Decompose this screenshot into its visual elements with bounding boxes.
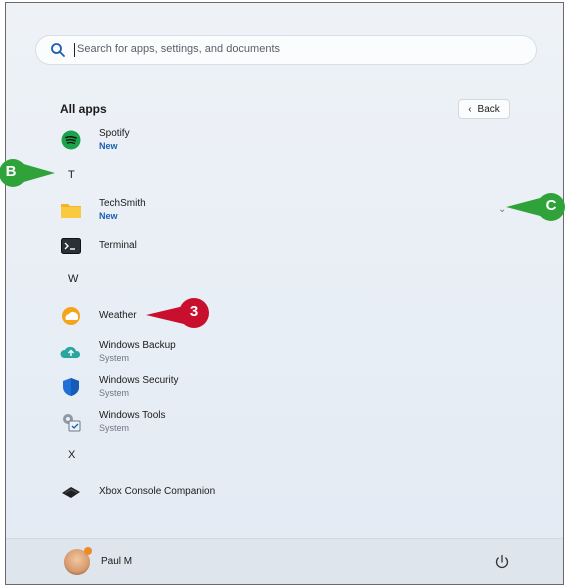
callout-c-label: C [545,197,557,214]
letter-header-w[interactable]: W [68,273,78,285]
app-item-xbox-console-companion[interactable]: Xbox Console Companion [60,477,215,507]
app-item-techsmith[interactable]: TechSmith New [60,195,146,225]
app-item-weather[interactable]: Weather [60,301,137,331]
text-caret [74,43,75,57]
app-name: Spotify [99,128,130,139]
search-icon [51,43,65,57]
app-name: Windows Security [99,375,179,386]
app-item-windows-security[interactable]: Windows Security System [60,372,178,402]
app-item-terminal[interactable]: Terminal [60,231,137,261]
chevron-left-icon: ‹ [468,103,472,115]
tools-icon [60,411,82,433]
shield-icon [60,376,82,398]
app-status: System [99,423,130,433]
notification-dot [84,547,92,555]
folder-icon [60,199,82,221]
app-item-windows-tools[interactable]: Windows Tools System [60,407,166,437]
start-menu-all-apps: Search for apps, settings, and documents… [5,2,564,585]
app-name: Weather [99,310,137,321]
back-button[interactable]: ‹ Back [458,99,510,119]
app-name: Windows Backup [99,340,176,351]
letter-header-x[interactable]: X [68,449,75,461]
app-name: Terminal [99,240,137,251]
user-name[interactable]: Paul M [101,556,132,567]
search-box[interactable]: Search for apps, settings, and documents [36,36,536,64]
app-name: Windows Tools [99,410,166,421]
app-item-windows-backup[interactable]: Windows Backup System [60,337,176,367]
back-label: Back [477,103,500,115]
all-apps-heading: All apps [60,102,107,116]
callout-step-3 [146,295,212,331]
xbox-icon [60,481,82,503]
cloud-backup-icon [60,341,82,363]
terminal-icon [60,235,82,257]
letter-header-t[interactable]: T [68,169,75,181]
app-item-spotify[interactable]: Spotify New [60,125,130,155]
callout-b-label: B [5,163,17,180]
app-status: New [99,211,118,221]
app-status: System [99,353,130,363]
app-status: New [99,141,118,151]
app-status: System [99,388,130,398]
weather-icon [60,305,82,327]
start-menu-footer: Paul M [6,538,563,584]
callout-step-3-label: 3 [189,303,199,320]
app-name: Xbox Console Companion [99,486,216,497]
spotify-icon [60,129,82,151]
power-icon[interactable] [493,553,511,571]
app-name: TechSmith [99,198,146,209]
search-placeholder: Search for apps, settings, and documents [77,43,281,55]
